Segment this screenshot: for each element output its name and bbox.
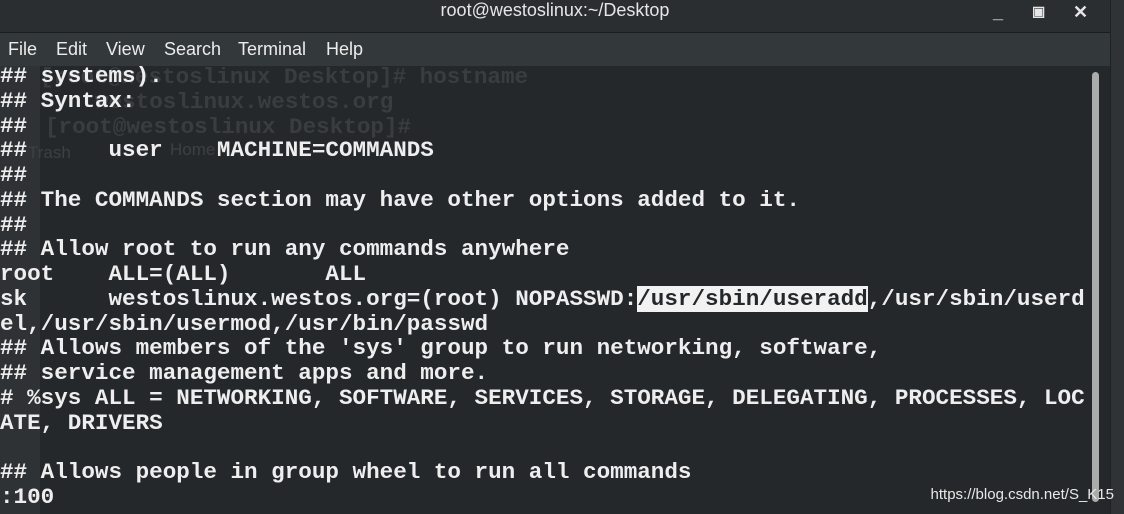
terminal-line: # %sys ALL = NETWORKING, SOFTWARE, SERVI… xyxy=(0,384,1085,411)
window-title: root@westoslinux:~/Desktop xyxy=(440,0,670,20)
terminal-line: ## Allow root to run any commands anywhe… xyxy=(0,236,570,263)
terminal-line: ## systems). xyxy=(0,63,163,89)
terminal-line: ## Allows members of the 'sys' group to … xyxy=(0,335,882,362)
background-window xyxy=(1110,0,1124,514)
ghost-text: westoslinux.westos.org xyxy=(95,89,394,115)
line-text: ,/usr/sbin/userd xyxy=(867,285,1085,312)
terminal-line: el,/usr/sbin/usermod,/usr/bin/passwd xyxy=(0,310,489,337)
watermark: https://blog.csdn.net/S_K15 xyxy=(930,486,1114,503)
ghost-text: [root@westoslinux Desktop]# xyxy=(45,114,425,140)
terminal-line: ## service management apps and more. xyxy=(0,360,489,386)
close-icon[interactable]: ✕ xyxy=(1073,2,1088,23)
terminal-line: ## user MACHINE=COMMANDS xyxy=(0,137,434,164)
terminal-line: ## The COMMANDS section may have other o… xyxy=(0,186,800,213)
terminal-line: ## Allows people in group wheel to run a… xyxy=(0,459,692,485)
terminal-line: root ALL=(ALL) ALL xyxy=(0,261,367,287)
minimize-icon[interactable]: _ xyxy=(993,2,1003,23)
menu-file[interactable]: File xyxy=(8,39,37,60)
menu-terminal[interactable]: Terminal xyxy=(238,39,306,60)
terminal-line: ## xyxy=(0,211,28,238)
title-bar: root@westoslinux:~/Desktop _ ▣ ✕ xyxy=(0,0,1110,33)
menu-help[interactable]: Help xyxy=(326,39,363,60)
menu-search[interactable]: Search xyxy=(164,39,221,60)
terminal-line: ## xyxy=(0,112,28,139)
menu-edit[interactable]: Edit xyxy=(56,39,87,60)
menu-bar: File Edit View Search Terminal Help xyxy=(0,33,1110,66)
menu-view[interactable]: View xyxy=(106,39,145,60)
line-text: sk westoslinux.westos.org=(root) NOPASSW… xyxy=(0,285,638,312)
terminal-line: ## Syntax: xyxy=(0,87,136,114)
maximize-icon[interactable]: ▣ xyxy=(1032,3,1045,20)
selected-text[interactable]: /usr/sbin/useradd xyxy=(637,285,868,312)
terminal-line: ATE, DRIVERS xyxy=(0,409,163,436)
terminal-line-sk: sk westoslinux.westos.org=(root) NOPASSW… xyxy=(0,285,1085,312)
terminal-line: ## xyxy=(0,162,28,188)
scrollbar[interactable] xyxy=(1092,72,1099,502)
terminal-line: :100 xyxy=(0,483,55,510)
